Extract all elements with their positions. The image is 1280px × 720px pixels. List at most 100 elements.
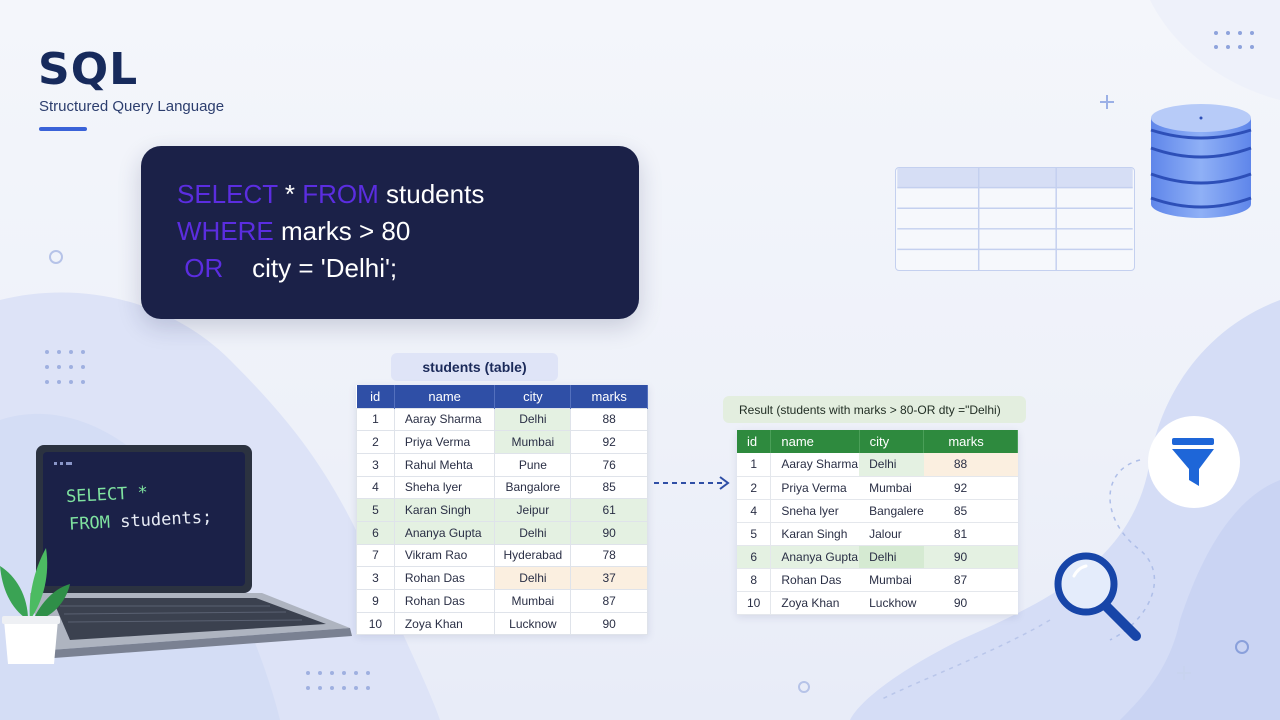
code-keyword: FROM [302, 179, 379, 209]
plant-icon [0, 548, 70, 664]
table-row: 6 Ananya Gupta Delhi 90 [356, 520, 648, 545]
cell-marks: 90 [570, 611, 648, 636]
column-header-city: city [494, 385, 572, 408]
code-text: city = 'Delhi'; [223, 253, 398, 283]
cell-name: Karan Singh [393, 498, 496, 522]
cell-name: Rohan Das [393, 589, 496, 613]
table-row: 2 Priya Verma Mumbai 92 [356, 430, 648, 454]
cell-id: 7 [356, 543, 395, 568]
cell-city: Luckhow [859, 591, 924, 615]
cell-marks: 85 [570, 475, 648, 500]
sql-code-panel: SELECT * FROM students WHERE marks > 80 … [141, 146, 639, 319]
source-table-caption: students (table) [391, 353, 558, 381]
cell-marks: 61 [570, 498, 648, 522]
cell-id: 3 [356, 566, 395, 590]
table-row: 4 Sneha lyer Bangalere 85 [737, 499, 1018, 523]
table-row: 5 Karan Singh Jeipur 61 [356, 498, 648, 522]
cell-marks: 76 [570, 452, 648, 477]
code-line-2: WHERE marks > 80 [177, 213, 603, 250]
cell-city: Delhi [859, 453, 924, 477]
table-row: 10 Zoya Khan Lucknow 90 [356, 611, 648, 636]
column-header-city: city [859, 430, 925, 453]
cell-city: Delhi [494, 566, 572, 590]
table-header-row: id name city marks [356, 385, 648, 408]
source-table: id name city marks 1 Aaray Sharma Delhi 88 … [356, 385, 648, 636]
table-row: 2 Priya Verma Mumbai 92 [737, 476, 1018, 500]
laptop-code-line-1: SELECT * [65, 482, 149, 508]
dashed-arrow-icon [654, 476, 730, 490]
table-row: 1 Aaray Sharma Delhi 88 [737, 453, 1018, 477]
cell-marks: 88 [923, 453, 1018, 477]
database-icon [1150, 104, 1252, 218]
table-header-row: id name city marks [737, 430, 1018, 453]
cell-id: 6 [737, 545, 772, 569]
cell-marks: 90 [923, 591, 1018, 615]
table-row: 3 Rohan Das Delhi 37 [356, 566, 648, 590]
code-line-1: SELECT * FROM students [177, 176, 603, 213]
logo-subtitle: Structured Query Language [39, 98, 225, 115]
cell-name: Ananya Gupta [770, 545, 860, 569]
column-header-name: name [394, 385, 496, 408]
code-keyword: OR [177, 253, 224, 283]
cell-city: Lucknow [494, 611, 572, 636]
cell-id: 1 [737, 453, 772, 477]
code-text: marks > 80 [273, 216, 411, 246]
cell-name: Zoya Khan [770, 591, 860, 615]
cell-name: Priya Verma [393, 430, 496, 454]
column-header-id: id [737, 430, 772, 453]
table-grid-icon [895, 167, 1135, 271]
cell-id: 4 [356, 475, 395, 500]
table-row: 9 Rohan Das Mumbai 87 [356, 589, 648, 613]
result-table-caption: Result (students with marks > 80-OR dty … [723, 396, 1026, 423]
cell-name: Aaray Sharma [393, 407, 496, 432]
result-table: id name city marks 1 Aaray Sharma Delhi 88 … [737, 430, 1018, 615]
cell-city: Mumbai [859, 568, 924, 592]
cell-city: Hyderabad [494, 543, 572, 568]
cell-marks: 90 [923, 545, 1018, 569]
cell-city: Jalour [859, 522, 924, 546]
table-row: 5 Karan Singh Jalour 81 [737, 522, 1018, 546]
cell-marks: 88 [570, 407, 648, 432]
table-row: 7 Vikram Rao Hyderabad 78 [356, 543, 648, 568]
cell-id: 8 [737, 568, 772, 592]
logo-title: SQL [38, 44, 139, 95]
cell-name: Priya Verma [770, 476, 860, 500]
table-row: 6 Ananya Gupta Delhi 90 [737, 545, 1018, 569]
cell-name: Ananya Gupta [393, 520, 496, 545]
laptop-icon [30, 445, 352, 658]
cell-marks: 87 [923, 568, 1018, 592]
table-row: 10 Zoya Khan Luckhow 90 [737, 591, 1018, 615]
code-line-3: OR city = 'Delhi'; [177, 250, 603, 287]
cell-city: Delhi [494, 407, 572, 432]
table-row: 3 Rahul Mehta Pune 76 [356, 452, 648, 477]
cell-city: Delhi [494, 520, 572, 545]
code-text: students [378, 179, 485, 209]
title-underline [39, 127, 87, 131]
cell-marks: 90 [570, 520, 648, 545]
cell-marks: 78 [570, 543, 648, 568]
table-row: 1 Aaray Sharma Delhi 88 [356, 407, 648, 432]
cell-name: Sneha lyer [770, 499, 860, 523]
cell-marks: 92 [570, 430, 648, 454]
magnifier-icon [1054, 552, 1141, 641]
cell-marks: 87 [570, 589, 648, 613]
cell-city: Jeipur [494, 498, 572, 522]
cell-city: Delhi [859, 545, 924, 569]
cell-marks: 85 [923, 499, 1018, 523]
cell-city: Mumbai [494, 589, 572, 613]
cell-id: 1 [356, 407, 395, 432]
cell-id: 4 [737, 499, 772, 523]
cell-name: Rohan Das [770, 568, 860, 592]
column-header-id: id [356, 385, 395, 408]
cell-marks: 37 [570, 566, 648, 590]
column-header-marks: marks [570, 385, 648, 408]
funnel-icon [1148, 416, 1240, 508]
column-header-marks: marks [923, 430, 1018, 453]
cell-city: Mumbai [494, 430, 572, 454]
cell-marks: 92 [923, 476, 1018, 500]
code-text: * [277, 179, 303, 209]
cell-name: Rahul Mehta [393, 452, 496, 477]
cell-name: Aaray Sharma [770, 453, 860, 477]
cell-city: Pune [494, 452, 572, 477]
cell-city: Mumbai [859, 476, 924, 500]
